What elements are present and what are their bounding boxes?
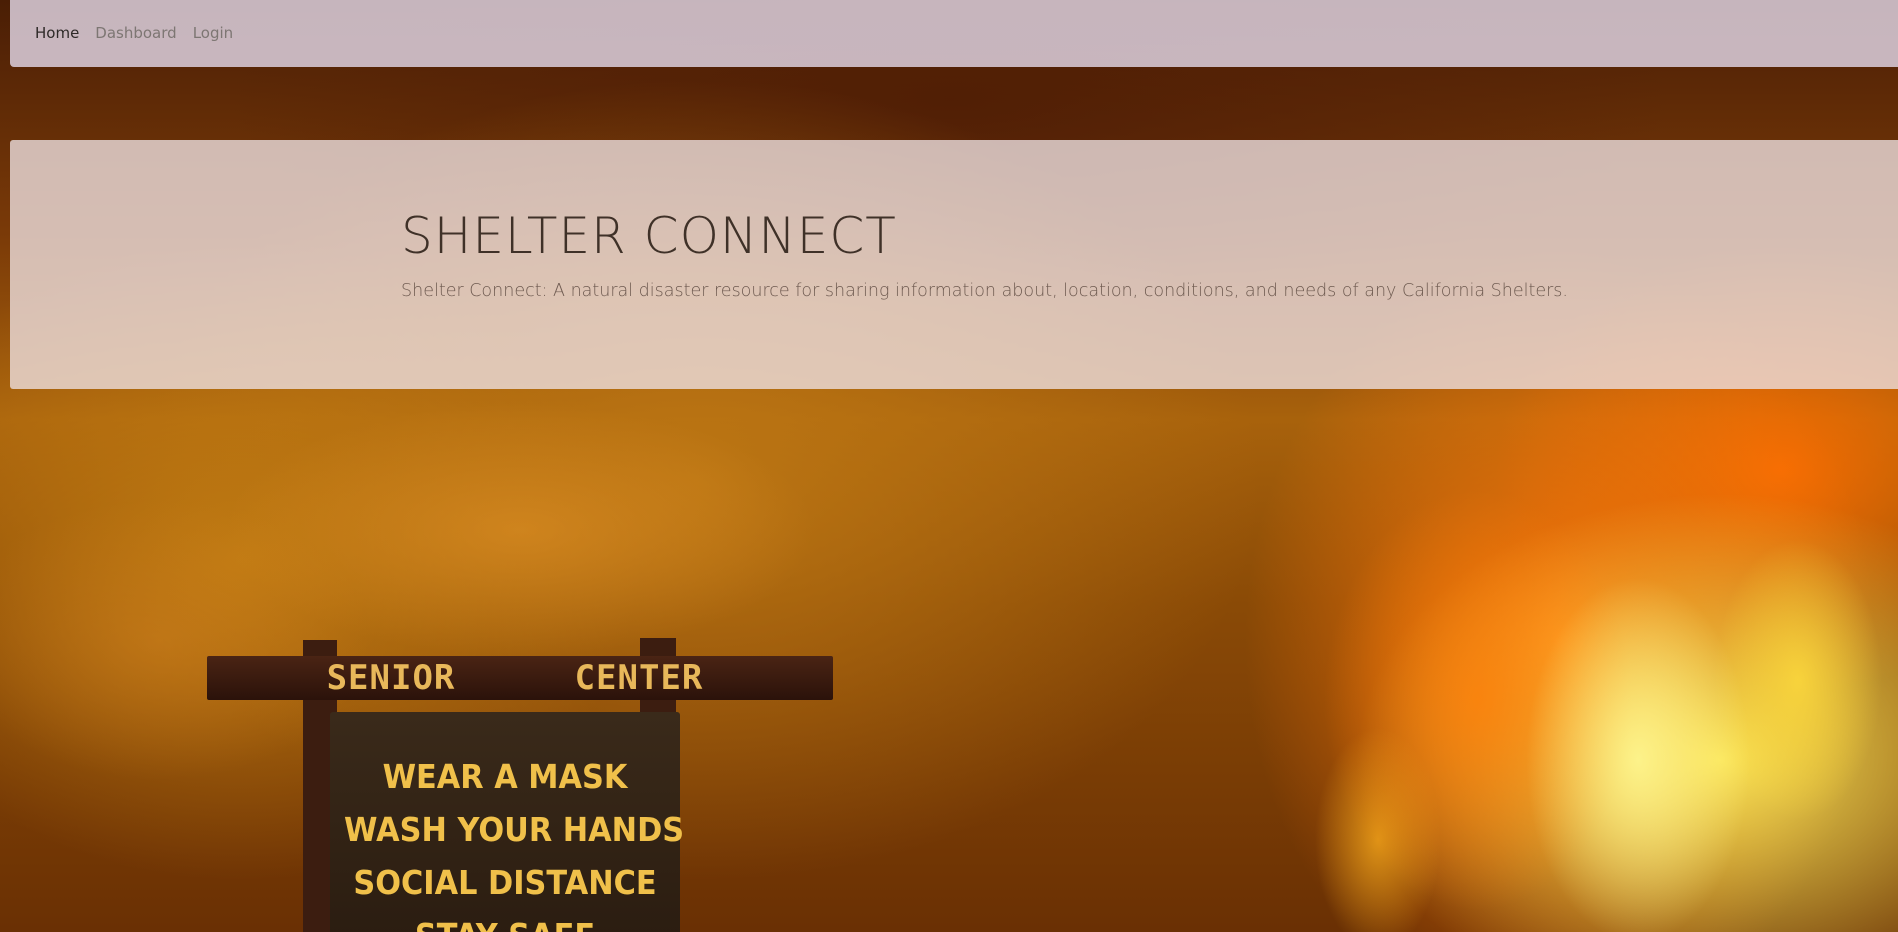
fire-overlay xyxy=(1078,380,1898,932)
nav-link-dashboard[interactable]: Dashboard xyxy=(95,24,176,42)
sign-top-left-text: SENIOR xyxy=(326,658,456,698)
hero-banner: SHELTER CONNECT Shelter Connect: A natur… xyxy=(10,140,1898,389)
page-background: SENIOR CENTER WEAR A MASK WASH YOUR HAND… xyxy=(0,0,1898,932)
sign-main-board: WEAR A MASK WASH YOUR HANDS SOCIAL DISTA… xyxy=(330,712,685,932)
top-navbar: Home Dashboard Login xyxy=(10,0,1898,67)
page-title: SHELTER CONNECT xyxy=(401,207,897,265)
sign-line: STAY SAFE xyxy=(344,909,666,932)
nav-link-home[interactable]: Home xyxy=(35,24,79,42)
sign-top-board: SENIOR CENTER xyxy=(207,656,833,700)
sign-line: WEAR A MASK xyxy=(382,757,628,796)
sign-line: WASH YOUR HANDS xyxy=(344,810,685,849)
page-subtitle: Shelter Connect: A natural disaster reso… xyxy=(401,281,1568,301)
sign-top-right-text: CENTER xyxy=(574,658,704,698)
sign-line: SOCIAL DISTANCE xyxy=(353,863,657,902)
nav-link-login[interactable]: Login xyxy=(193,24,233,42)
